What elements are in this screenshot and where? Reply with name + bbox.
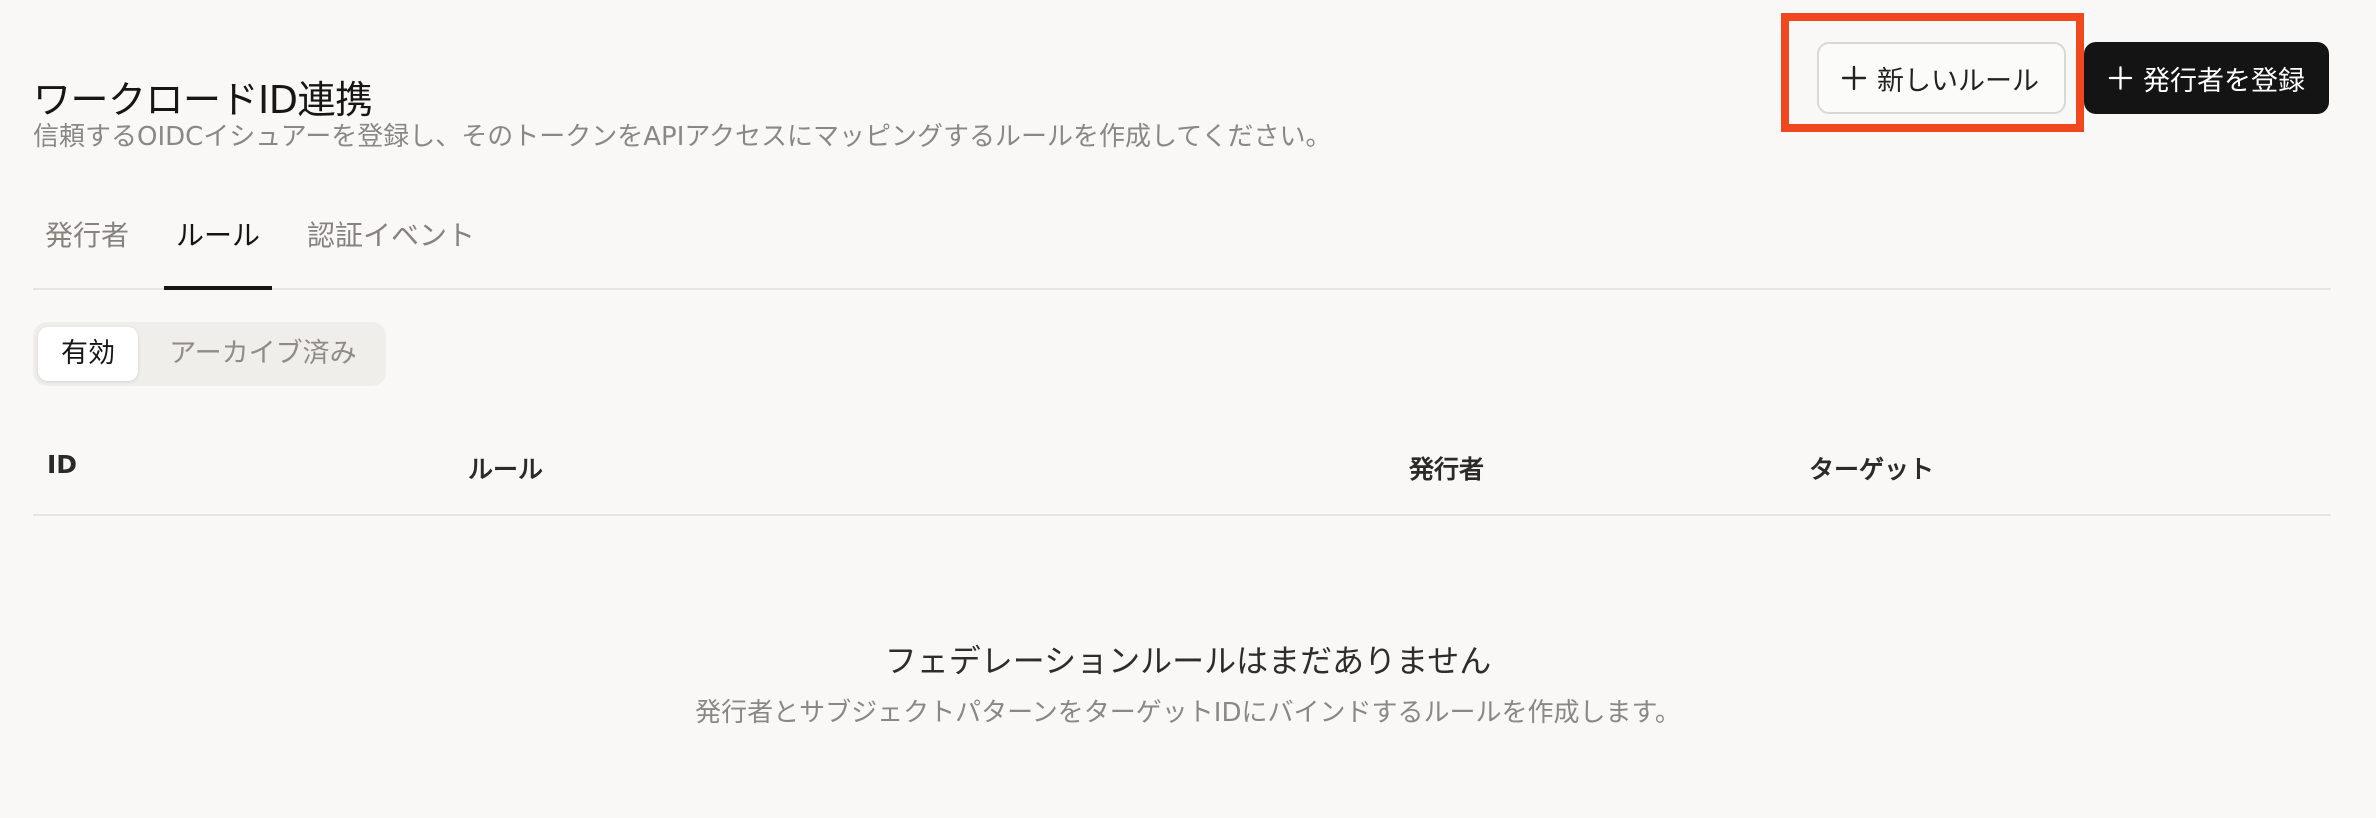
- filter-archived[interactable]: アーカイブ済み: [145, 327, 381, 381]
- column-header-id[interactable]: ID: [47, 450, 77, 479]
- tab-auth-events[interactable]: 認証イベント: [307, 205, 475, 290]
- tab-issuers[interactable]: 発行者: [45, 205, 129, 290]
- plus-icon: [2108, 66, 2133, 90]
- plus-icon: [1841, 65, 1867, 91]
- page: ワークロードID連携 信頼するOIDCイシュアーを登録し、そのトークンをAPIア…: [0, 0, 2376, 818]
- column-header-rule[interactable]: ルール: [468, 450, 543, 486]
- column-header-issuer[interactable]: 発行者: [1409, 450, 1484, 486]
- new-rule-button[interactable]: 新しいルール: [1817, 42, 2066, 114]
- tab-rules[interactable]: ルール: [164, 205, 273, 290]
- column-header-target[interactable]: ターゲット: [1809, 450, 1934, 486]
- empty-state-title: フェデレーションルールはまだありません: [884, 642, 1492, 680]
- register-issuer-label: 発行者を登録: [2143, 65, 2305, 97]
- new-rule-label: 新しいルール: [1877, 65, 2039, 97]
- status-filter: 有効 アーカイブ済み: [33, 322, 386, 386]
- tab-bar: 発行者 ルール 認証イベント: [33, 205, 2331, 290]
- empty-state-subtitle: 発行者とサブジェクトパターンをターゲットIDにバインドするルールを作成します。: [695, 698, 1681, 728]
- page-description: 信頼するOIDCイシュアーを登録し、そのトークンをAPIアクセスにマッピングする…: [33, 122, 1332, 152]
- register-issuer-button[interactable]: 発行者を登録: [2084, 42, 2329, 114]
- filter-active[interactable]: 有効: [38, 327, 138, 381]
- table-header: ID ルール 発行者 ターゲット: [33, 430, 2331, 516]
